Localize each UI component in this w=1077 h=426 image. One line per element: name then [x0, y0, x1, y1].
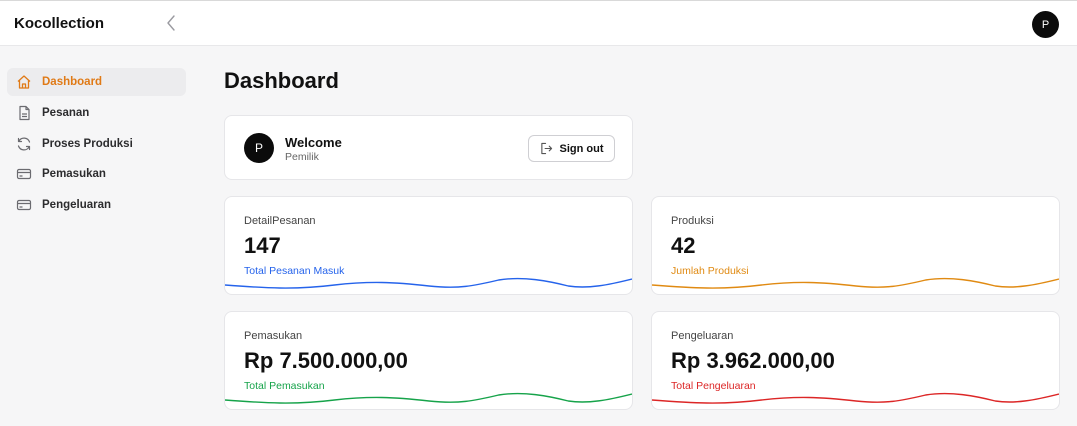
- page-title: Dashboard: [224, 68, 339, 93]
- stat-card-detail-pesanan: DetailPesanan 147 Total Pesanan Masuk: [224, 196, 633, 295]
- sparkline-wave: [652, 392, 1059, 404]
- sign-out-button[interactable]: Sign out: [528, 135, 615, 162]
- welcome-title: Welcome: [285, 135, 342, 150]
- avatar: P: [244, 133, 274, 163]
- sidebar-item-label: Pengeluaran: [42, 199, 112, 211]
- refresh-icon: [15, 135, 33, 153]
- sidebar-item-pengeluaran[interactable]: Pengeluaran: [7, 191, 186, 219]
- stat-label: DetailPesanan: [244, 215, 316, 227]
- stat-value: 147: [244, 233, 281, 258]
- user-avatar-button[interactable]: P: [1032, 11, 1059, 38]
- stat-label: Pemasukan: [244, 330, 303, 342]
- top-bar: Kocollection P: [0, 0, 1077, 46]
- welcome-role: Pemilik: [285, 151, 319, 163]
- sidebar-item-label: Pesanan: [42, 107, 90, 119]
- sidebar-item-pemasukan[interactable]: Pemasukan: [7, 160, 186, 188]
- welcome-card: P Welcome Pemilik Sign out: [224, 115, 633, 180]
- credit-card-icon: [15, 165, 33, 183]
- stat-label: Pengeluaran: [671, 330, 734, 342]
- stat-card-pemasukan: Pemasukan Rp 7.500.000,00 Total Pemasuka…: [224, 311, 633, 410]
- stat-card-pengeluaran: Pengeluaran Rp 3.962.000,00 Total Pengel…: [651, 311, 1060, 410]
- brand-title: Kocollection: [14, 15, 105, 32]
- sign-out-label: Sign out: [559, 142, 604, 155]
- sidebar-item-label: Pemasukan: [42, 168, 106, 180]
- sidebar: Dashboard Pesanan Proses Produksi Pemasu…: [0, 47, 200, 426]
- sidebar-item-label: Proses Produksi: [42, 138, 133, 150]
- sidebar-item-label: Dashboard: [42, 76, 103, 88]
- stat-value: Rp 7.500.000,00: [244, 348, 408, 373]
- sign-out-icon: [540, 142, 552, 155]
- sparkline-wave: [225, 392, 632, 404]
- document-icon: [15, 104, 33, 122]
- sparkline-wave: [225, 277, 632, 289]
- stat-label: Produksi: [671, 215, 714, 227]
- stat-value: 42: [671, 233, 696, 258]
- collapse-sidebar-button[interactable]: [160, 11, 182, 35]
- sidebar-item-proses-produksi[interactable]: Proses Produksi: [7, 130, 186, 158]
- stat-value: Rp 3.962.000,00: [671, 348, 835, 373]
- sparkline-wave: [652, 277, 1059, 289]
- chevron-left-icon: [167, 15, 175, 31]
- home-icon: [15, 73, 33, 91]
- sidebar-item-pesanan[interactable]: Pesanan: [7, 99, 186, 127]
- stat-card-produksi: Produksi 42 Jumlah Produksi: [651, 196, 1060, 295]
- credit-card-icon: [15, 196, 33, 214]
- sidebar-item-dashboard[interactable]: Dashboard: [7, 68, 186, 96]
